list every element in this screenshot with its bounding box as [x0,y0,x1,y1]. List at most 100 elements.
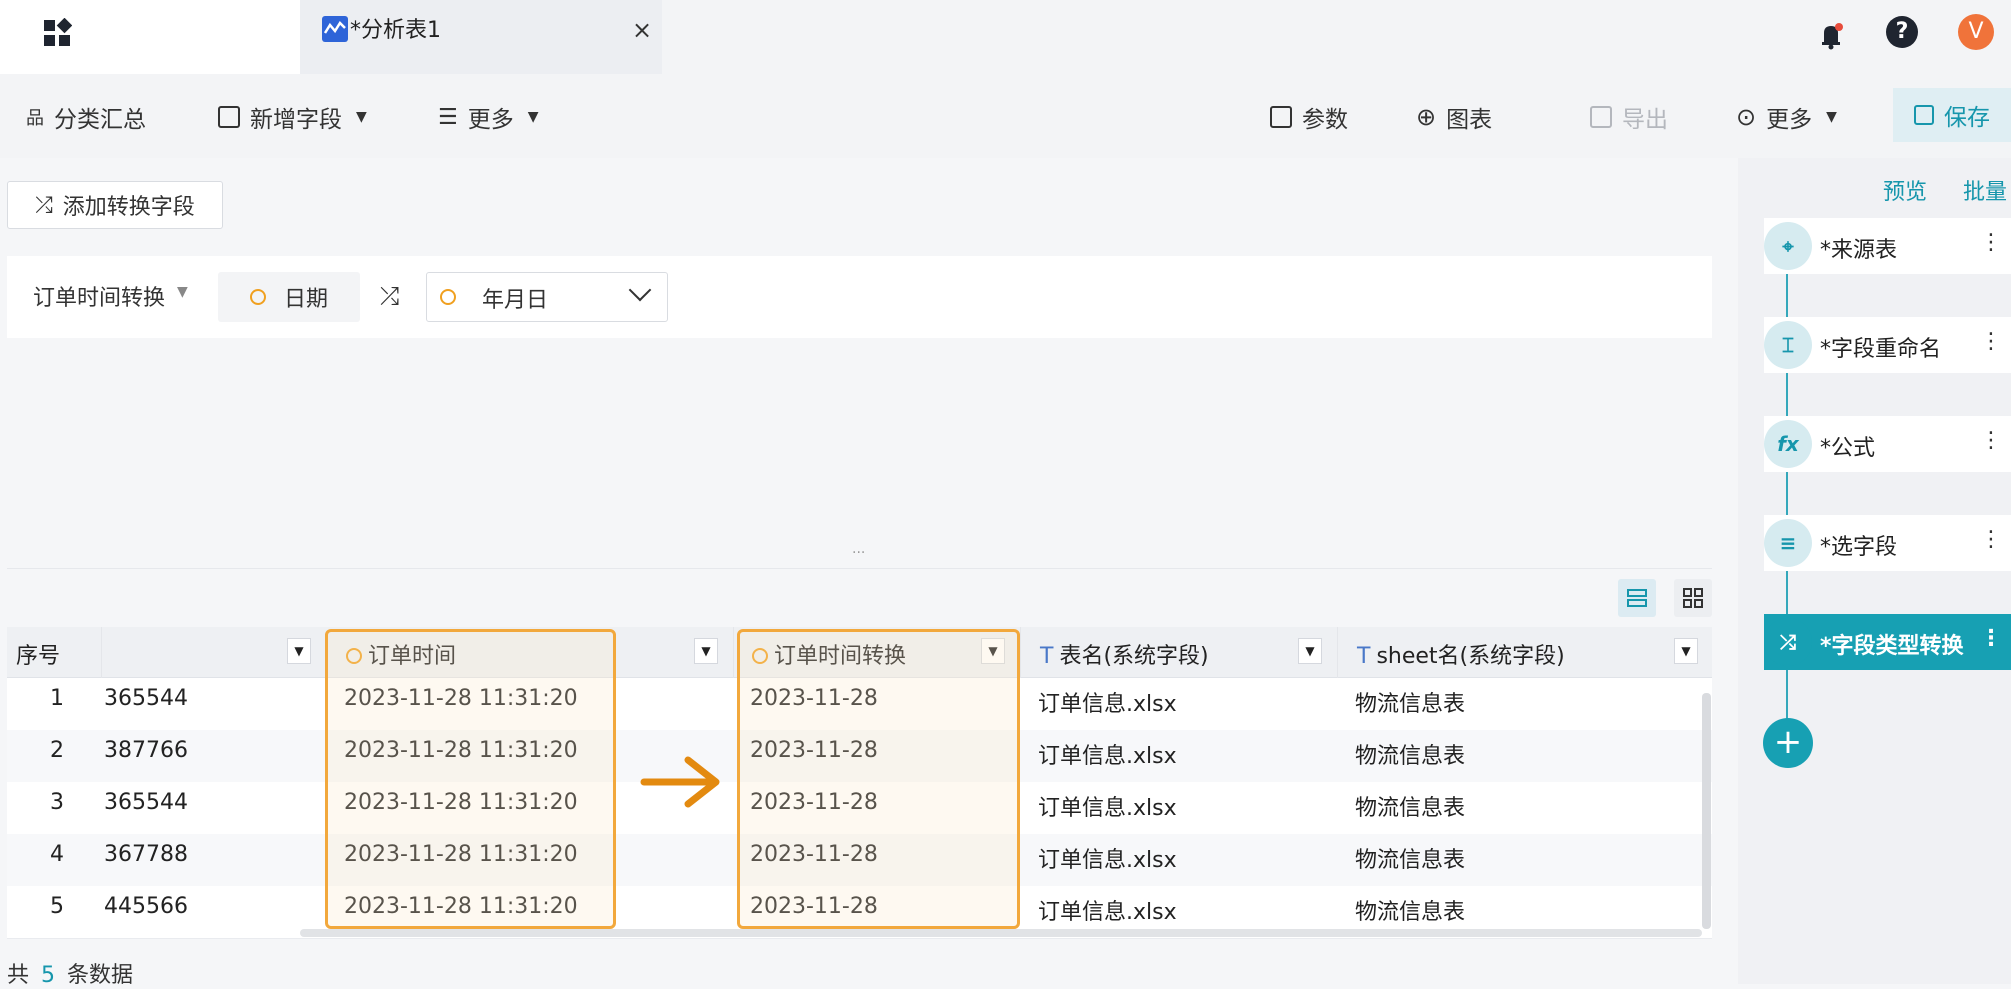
cell-sheet-name: 物流信息表 [1355,848,1466,873]
sheet-name-label: sheet名(系统字段) [1376,644,1565,669]
more-right-button[interactable]: ⊙ 更多 ▼ [1736,100,1837,134]
more-circle-icon: ⊙ [1736,103,1757,131]
add-transform-field-button[interactable]: ⤮ 添加转换字段 [7,181,223,229]
flow-step-label: *字段类型转换 [1820,634,1964,659]
resize-handle[interactable]: ··· [852,545,865,561]
params-button[interactable]: 参数 [1270,100,1348,134]
column-header-index: 序号 [16,644,61,669]
save-icon [1914,105,1934,125]
cell-partial-id: 387766 [104,738,188,763]
row-count: 共 5 条数据 [7,957,133,989]
chart-label: 图表 [1446,107,1493,133]
cell-index: 2 [50,738,64,763]
cell-partial-id: 445566 [104,894,188,919]
source-type-label: 日期 [283,287,328,312]
export-icon [1590,106,1612,128]
cell-sheet-name: 物流信息表 [1355,796,1466,821]
vertical-scrollbar[interactable] [1702,693,1711,929]
more-vertical-icon[interactable]: ⋮ [1980,329,2002,354]
plus-circle-icon: ⊕ [1416,103,1437,131]
save-button[interactable]: 保存 [1893,88,2011,142]
flow-panel [1738,158,2011,984]
arrow-right-icon [640,756,720,808]
highlight-order-time-converted [737,629,1020,929]
cell-table-name: 订单信息.xlsx [1038,744,1177,769]
row-count-number: 5 [41,963,56,988]
more-left-button[interactable]: ☰ 更多 ▼ [438,100,539,134]
chart-button[interactable]: ⊕ 图表 [1416,100,1492,134]
add-step-button[interactable]: + [1763,718,1813,768]
cell-index: 4 [50,842,64,867]
cell-sheet-name: 物流信息表 [1355,744,1466,769]
clock-icon [249,289,266,305]
clock-icon [440,289,456,305]
target-icon: ⌖ [1764,222,1812,270]
more-left-label: 更多 [467,107,514,133]
params-label: 参数 [1302,107,1348,133]
cell-table-name: 订单信息.xlsx [1038,692,1177,717]
help-icon[interactable]: ? [1886,16,1918,48]
rename-icon: ⌶ [1764,321,1812,369]
add-column-icon [218,106,240,128]
flow-step-label: *字段重命名 [1820,337,1942,362]
more-vertical-icon[interactable]: ⋮ [1980,626,2002,651]
text-type-icon: T [1040,644,1054,669]
list-view-icon[interactable] [1618,579,1656,617]
target-format-value: 年月日 [482,288,549,313]
save-label: 保存 [1944,105,1990,131]
cell-table-name: 订单信息.xlsx [1038,848,1177,873]
cell-table-name: 订单信息.xlsx [1038,796,1177,821]
caret-down-icon: ▼ [356,109,367,125]
add-field-button[interactable]: 新增字段 ▼ [218,100,367,134]
highlight-order-time [325,629,616,929]
select-field-icon: ≡ [1764,519,1812,567]
batch-link[interactable]: 批量 [1963,174,2007,206]
column-header-table-name: T 表名(系统字段) [1040,638,1209,670]
group-summary-button[interactable]: 品 分类汇总 [26,100,146,134]
cell-sheet-name: 物流信息表 [1355,692,1466,717]
add-field-label: 新增字段 [250,107,342,133]
fx-icon: fx [1764,420,1812,468]
avatar[interactable]: V [1958,14,1994,50]
transform-field-name[interactable]: 订单时间转换 [33,280,165,312]
caret-down-icon: ▼ [1826,109,1837,125]
params-icon [1270,106,1292,128]
shuffle-icon: ⤮ [380,282,400,310]
grid-view-icon[interactable] [1674,579,1712,617]
flow-step-label: *公式 [1820,436,1876,461]
hierarchy-icon: 品 [26,108,44,129]
more-vertical-icon[interactable]: ⋮ [1980,230,2002,255]
column-menu-icon[interactable]: ▼ [1298,638,1322,664]
preview-link[interactable]: 预览 [1883,174,1927,206]
bell-icon[interactable] [1814,18,1848,52]
flow-step-label: *来源表 [1820,238,1898,263]
cell-table-name: 订单信息.xlsx [1038,900,1177,925]
cell-index: 5 [50,894,64,919]
cell-index: 1 [50,686,64,711]
cell-sheet-name: 物流信息表 [1355,900,1466,925]
row-count-prefix: 共 [7,963,30,988]
table-name-label: 表名(系统字段) [1059,644,1209,669]
chart-line-icon [322,16,348,42]
caret-down-icon[interactable]: ▼ [177,284,188,300]
column-menu-icon[interactable]: ▼ [1674,638,1698,664]
more-vertical-icon[interactable]: ⋮ [1980,527,2002,552]
close-icon[interactable]: × [632,16,652,44]
column-header-sheet-name: Tsheet名(系统字段) [1357,638,1565,670]
column-menu-icon[interactable]: ▼ [694,638,718,664]
text-type-icon: T [1357,644,1371,669]
shuffle-icon: ⤮ [35,192,53,218]
more-right-label: 更多 [1766,107,1813,133]
horizontal-scrollbar[interactable] [300,929,1702,937]
cell-partial-id: 367788 [104,842,188,867]
caret-down-icon: ▼ [527,109,539,125]
more-vertical-icon[interactable]: ⋮ [1980,428,2002,453]
export-label: 导出 [1622,107,1668,133]
column-menu-icon[interactable]: ▼ [287,638,311,664]
list-icon: ☰ [438,104,458,130]
export-button[interactable]: 导出 [1590,100,1668,134]
divider [7,568,1712,569]
cell-partial-id: 365544 [104,790,188,815]
app-grid-icon[interactable] [42,18,72,48]
tab-title: *分析表1 [350,18,441,43]
